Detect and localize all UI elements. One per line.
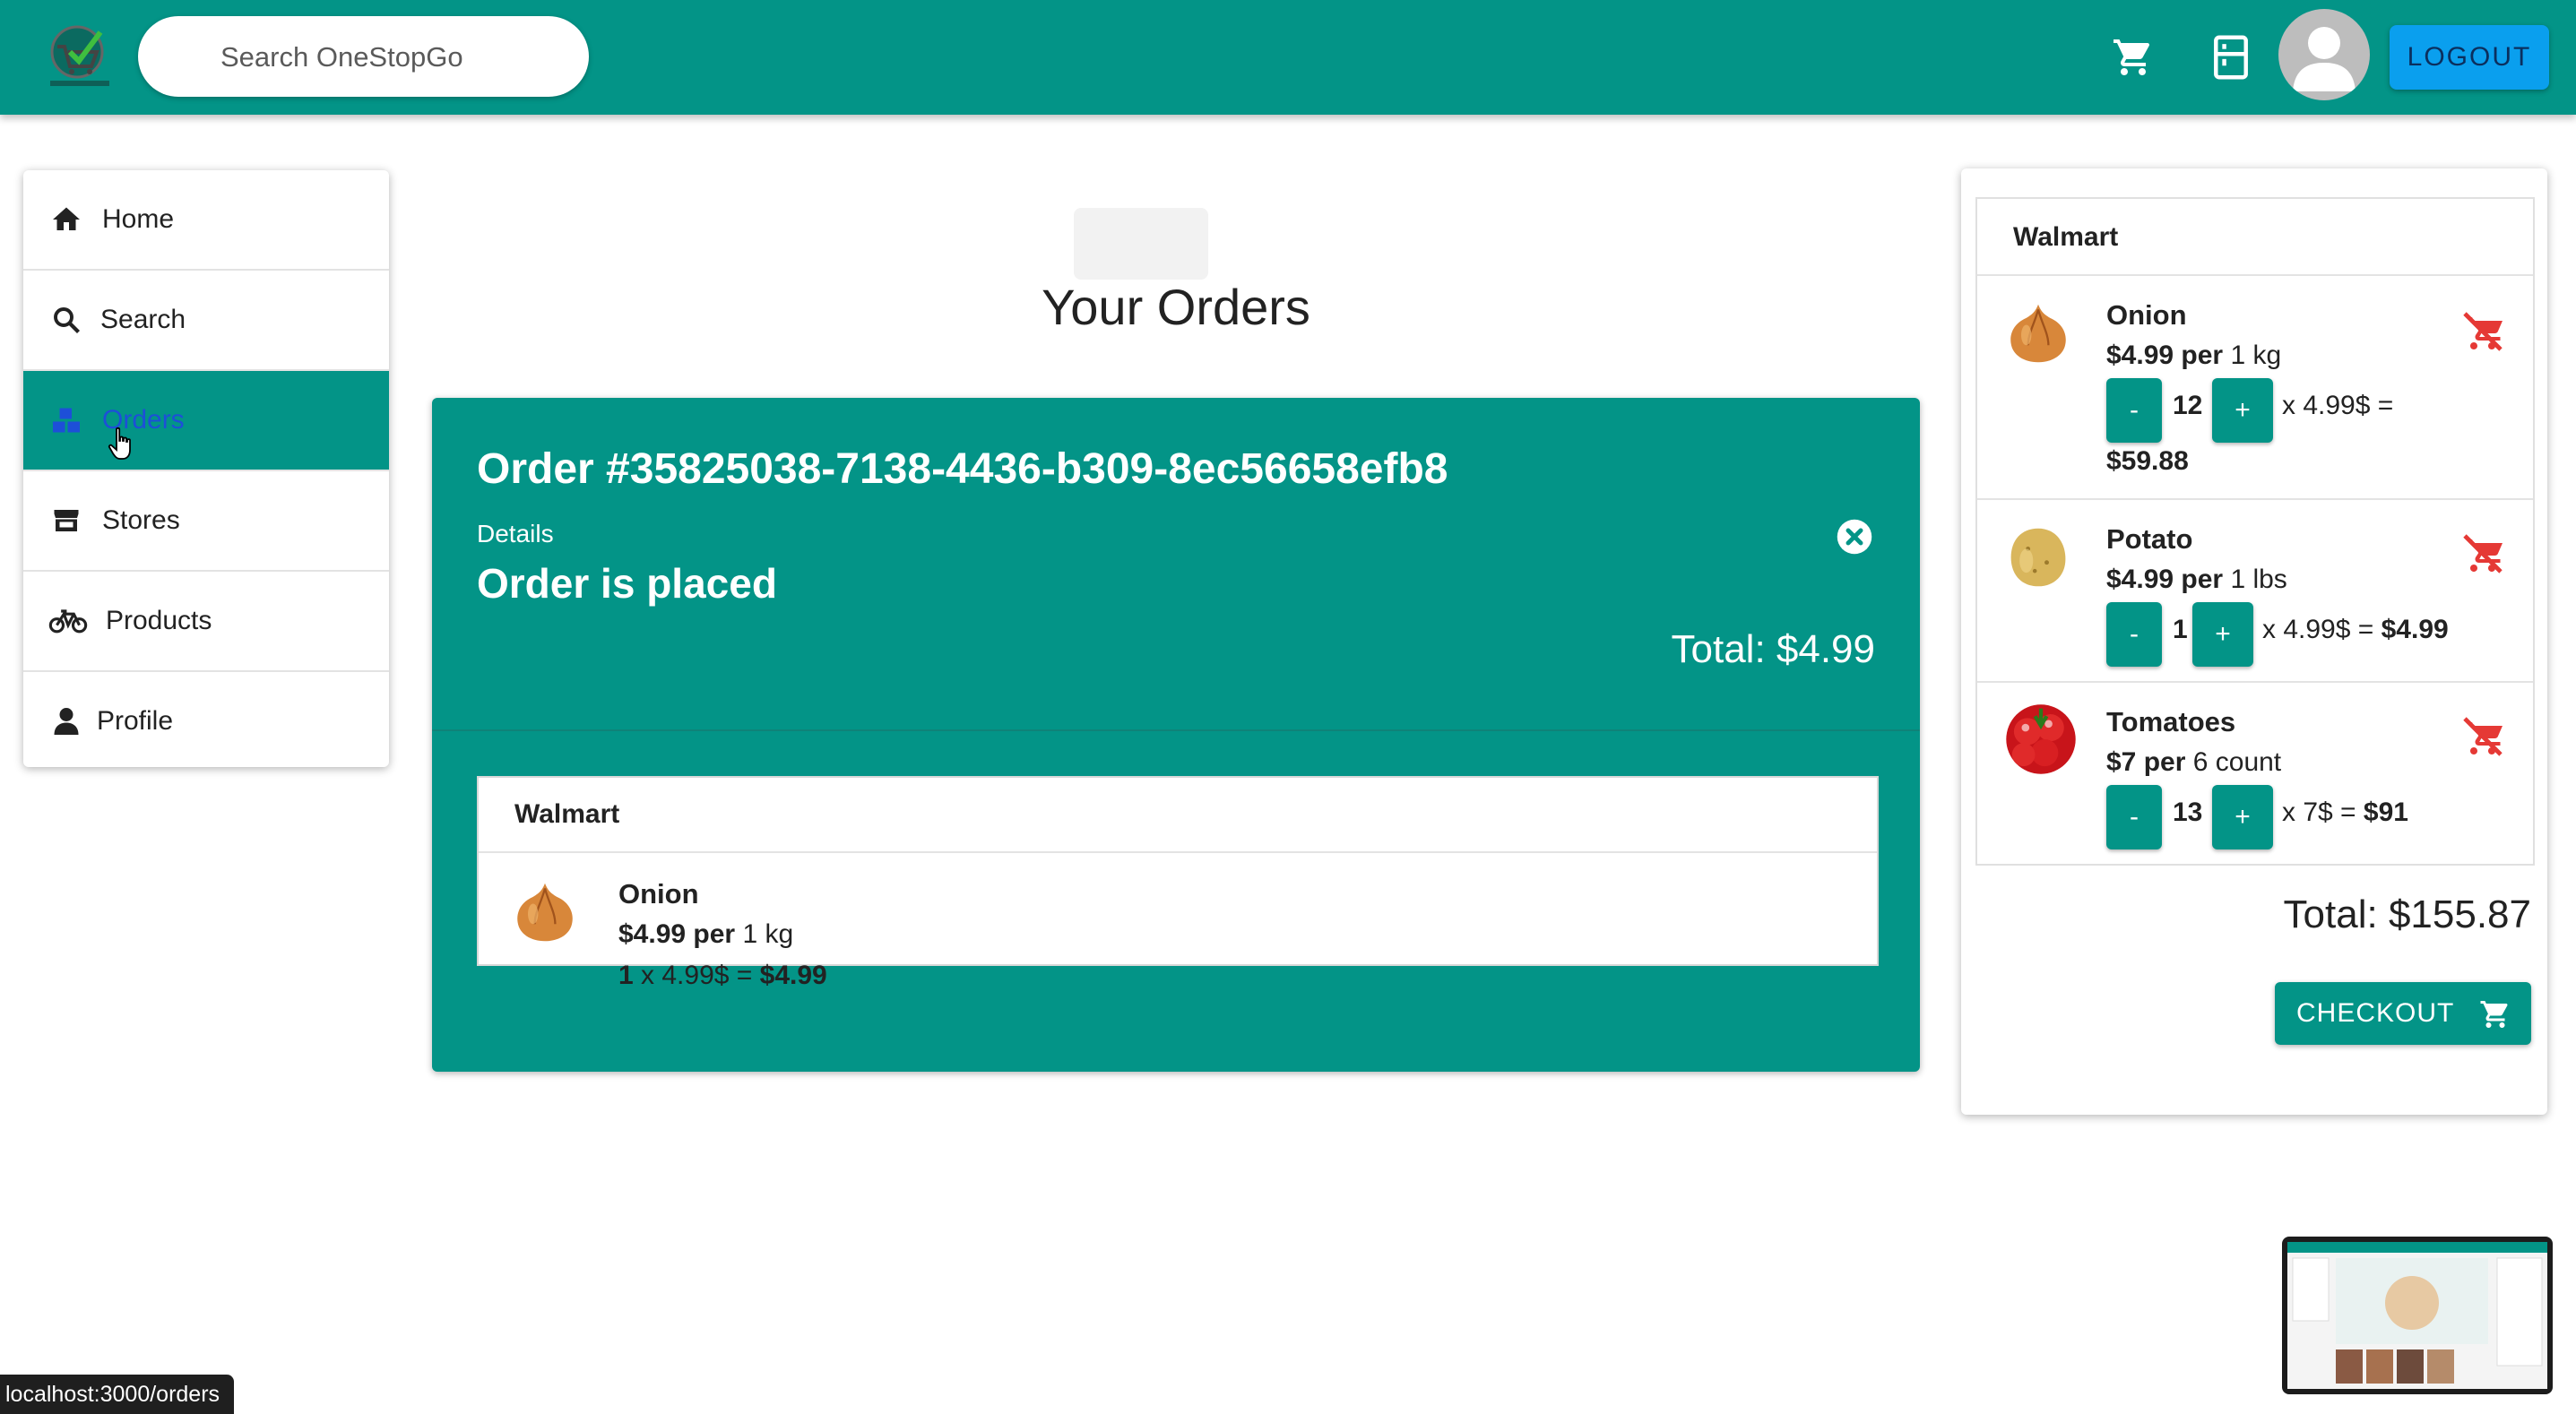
onion-image xyxy=(2010,304,2066,363)
item-price: $7 per xyxy=(2106,747,2186,777)
top-app-bar: LOGOUT xyxy=(0,0,2576,115)
sidebar-item-profile[interactable]: Profile xyxy=(23,672,389,767)
item-price-line: $4.99 per 1 lbs xyxy=(2106,565,2287,595)
status-bar-url: localhost:3000/orders xyxy=(0,1375,235,1414)
search-icon xyxy=(54,307,80,333)
increase-quantity-button[interactable]: + xyxy=(2212,378,2273,443)
quantity-value: 13 xyxy=(2173,798,2203,827)
item-subtotal: $4.99 xyxy=(759,961,827,990)
item-price: $4.99 per xyxy=(2106,565,2224,594)
divider xyxy=(432,729,1920,731)
sidebar-item-label: Home xyxy=(102,204,175,234)
decrease-quantity-button[interactable]: - xyxy=(2106,602,2162,667)
shopping-cart-icon[interactable] xyxy=(2112,36,2155,79)
orders-list-icon[interactable] xyxy=(2210,34,2252,81)
onestopgo-logo[interactable] xyxy=(45,20,117,99)
sidebar-item-home[interactable]: Home xyxy=(23,170,389,271)
item-calc-line: 1 x 4.99$ = $4.99 xyxy=(618,961,827,991)
divider xyxy=(1977,498,2533,500)
sidebar-item-label: Products xyxy=(106,606,212,635)
store-name: Walmart xyxy=(514,799,620,829)
item-name: Onion xyxy=(2106,299,2187,331)
hand-pointer-cursor-icon xyxy=(108,427,131,460)
item-unit: 6 count xyxy=(2192,747,2282,777)
item-name: Onion xyxy=(618,878,699,910)
sidebar-item-orders[interactable]: Orders xyxy=(23,371,389,471)
item-name: Potato xyxy=(2106,523,2193,555)
item-price-line: $4.99 per 1 kg xyxy=(2106,341,2281,371)
sidebar-item-label: Search xyxy=(100,305,186,334)
order-store-group: Walmart Onion $4.99 per 1 kg 1 x 4.99$ =… xyxy=(477,776,1879,990)
item-price: $4.99 per xyxy=(618,919,736,949)
item-calc: x 4.99$ = xyxy=(2262,615,2374,644)
decrease-quantity-button[interactable]: - xyxy=(2106,378,2162,443)
user-icon xyxy=(54,708,79,735)
item-calc: x 7$ = xyxy=(2282,798,2356,827)
divider xyxy=(1977,274,2533,276)
item-price-line: $4.99 per 1 kg xyxy=(618,919,793,950)
item-price-line: $7 per 6 count xyxy=(2106,747,2281,778)
onion-image xyxy=(517,883,573,942)
item-subtotal: $91 xyxy=(2363,798,2408,827)
sidebar-item-products[interactable]: Products xyxy=(23,572,389,672)
sidebar-nav: Home Search Orders Stores Products Profi… xyxy=(23,170,389,767)
item-unit: 1 kg xyxy=(2230,341,2282,370)
order-status: Order is placed xyxy=(477,560,777,607)
potato-image xyxy=(2010,528,2066,587)
store-icon xyxy=(54,510,79,531)
person-icon xyxy=(2293,27,2356,91)
store-name: Walmart xyxy=(2013,222,2119,252)
quantity-value: 12 xyxy=(2173,391,2203,420)
increase-quantity-button[interactable]: + xyxy=(2192,602,2253,667)
home-icon xyxy=(53,207,80,230)
remove-from-cart-icon[interactable] xyxy=(2461,715,2504,758)
sidebar-item-stores[interactable]: Stores xyxy=(23,471,389,572)
order-id: Order #35825038-7138-4436-b309-8ec56658e… xyxy=(477,445,1448,493)
cart-store-group: Walmart Onion $4.99 per 1 kg - 12 + x 4.… xyxy=(1975,197,2535,866)
item-calc-line: x 4.99$ = $4.99 xyxy=(2262,615,2449,645)
item-calc-line: x 7$ = $91 xyxy=(2282,798,2408,828)
remove-from-cart-icon[interactable] xyxy=(2461,532,2504,575)
search-bar xyxy=(138,16,589,99)
screen-preview-thumbnail[interactable] xyxy=(2282,1237,2553,1394)
logout-button[interactable]: LOGOUT xyxy=(2390,25,2549,90)
bicycle-icon xyxy=(48,609,88,634)
item-calc: x 4.99$ = xyxy=(2282,391,2394,420)
cart-icon xyxy=(2480,1001,2508,1028)
item-unit: 1 lbs xyxy=(2230,565,2287,594)
user-avatar[interactable] xyxy=(2278,9,2370,100)
order-total: Total: $4.99 xyxy=(1671,627,1876,671)
preview-image xyxy=(2287,1242,2547,1389)
item-calc: x 4.99$ = xyxy=(641,961,753,990)
quantity-value: 1 xyxy=(2173,615,2188,644)
close-icon[interactable] xyxy=(1836,518,1873,556)
sidebar-item-label: Profile xyxy=(97,706,174,736)
search-input[interactable] xyxy=(219,16,572,99)
increase-quantity-button[interactable]: + xyxy=(2212,785,2273,849)
decrease-quantity-button[interactable]: - xyxy=(2106,785,2162,849)
checkout-label: CHECKOUT xyxy=(2296,998,2455,1028)
cart-total: Total: $155.87 xyxy=(2283,892,2531,936)
orders-illustration xyxy=(1074,208,1208,280)
item-subtotal: $4.99 xyxy=(2381,615,2449,644)
tomatoes-image xyxy=(2006,704,2076,774)
item-unit: 1 kg xyxy=(742,919,794,949)
item-subtotal: $59.88 xyxy=(2106,446,2189,476)
details-label: Details xyxy=(477,520,554,547)
cart-panel: Walmart Onion $4.99 per 1 kg - 12 + x 4.… xyxy=(1961,168,2547,1115)
checkout-button[interactable]: CHECKOUT xyxy=(2275,982,2531,1045)
item-price: $4.99 per xyxy=(2106,341,2224,370)
order-card: Order #35825038-7138-4436-b309-8ec56658e… xyxy=(432,398,1920,1072)
divider xyxy=(1977,681,2533,683)
remove-from-cart-icon[interactable] xyxy=(2461,310,2504,353)
page-title: Your Orders xyxy=(1042,279,1310,335)
item-name: Tomatoes xyxy=(2106,706,2236,737)
sidebar-item-search[interactable]: Search xyxy=(23,271,389,371)
boxes-icon xyxy=(53,408,80,433)
sidebar-item-label: Stores xyxy=(102,505,180,535)
item-qty: 1 xyxy=(618,961,634,990)
divider xyxy=(479,851,1877,853)
